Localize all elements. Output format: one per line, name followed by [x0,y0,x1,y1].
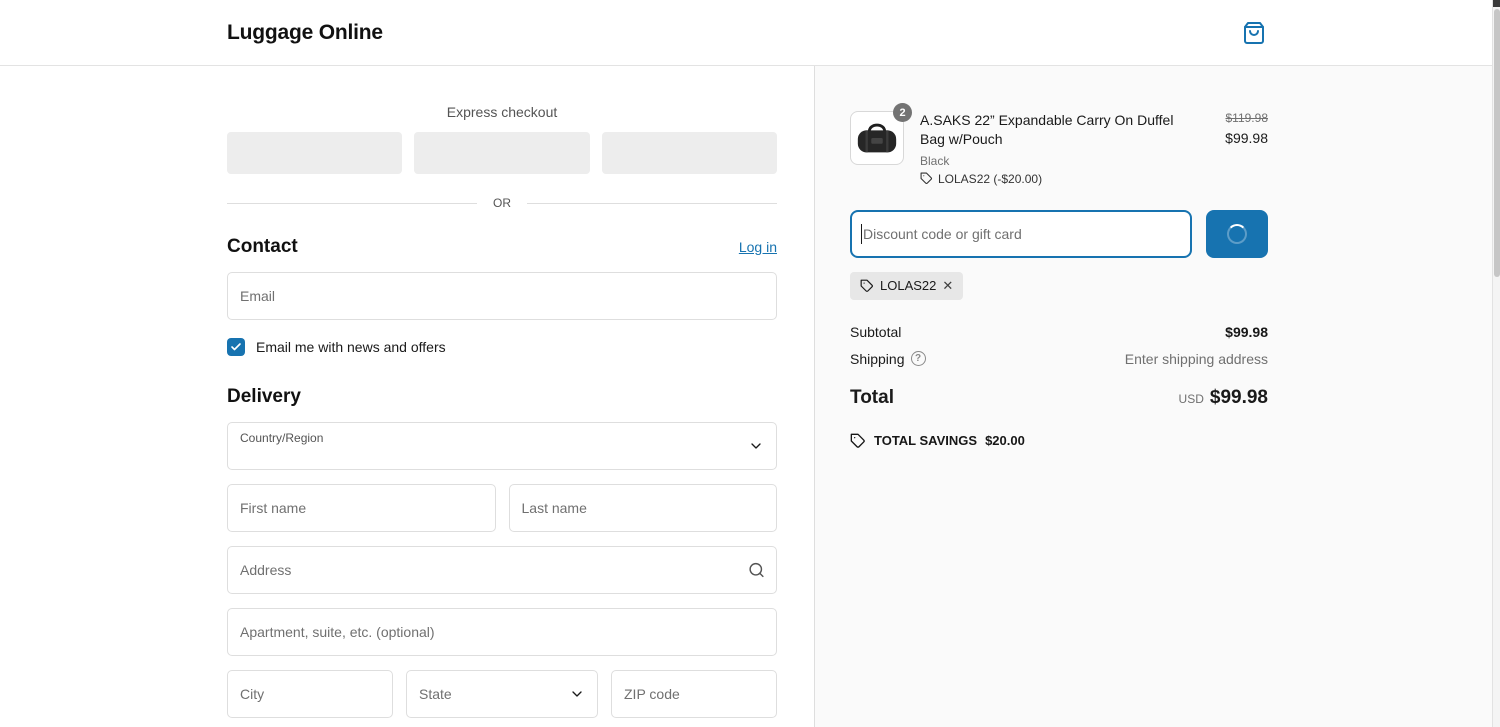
product-variant: Black [920,153,950,168]
state-label: State [419,686,452,702]
checkout-page: Luggage Online Express checkout OR Conta… [0,0,1500,727]
apartment-input[interactable] [227,608,777,656]
delivery-heading: Delivery [227,386,301,407]
email-input[interactable] [227,272,777,320]
express-checkout-buttons [227,132,777,174]
shipping-row: Shipping ? Enter shipping address [850,351,1268,367]
currency-code: USD [1178,391,1204,406]
total-label: Total [850,386,894,408]
newsletter-opt-in[interactable]: Email me with news and offers [227,338,777,356]
or-label: OR [493,196,511,210]
subtotal-row: Subtotal $99.98 [850,324,1268,340]
contact-heading: Contact [227,236,298,257]
shipping-value: Enter shipping address [1124,350,1268,367]
checkout-header: Luggage Online [0,0,1500,66]
last-name-input[interactable] [508,484,777,532]
quantity-badge: 2 [893,103,912,122]
express-checkout-title: Express checkout [446,104,558,120]
zip-input[interactable] [611,670,777,718]
help-circle-icon[interactable]: ? [910,351,926,367]
order-summary-panel: 2 A.SAKS 22” Expandable Carry On Duffel … [814,66,1500,727]
cart-line-item: 2 A.SAKS 22” Expandable Carry On Duffel … [850,103,1269,186]
total-savings-row: TOTAL SAVINGS $20.00 [850,433,1268,449]
subtotal-value: $99.98 [1225,323,1268,340]
savings-label: TOTAL SAVINGS [874,433,978,449]
remove-discount-button[interactable]: ✕ [942,278,953,294]
tag-icon [860,279,874,293]
chevron-down-icon [748,438,764,454]
total-row: Total USD $99.98 [850,387,1268,409]
checkmark-icon [230,341,242,353]
cart-bag-icon [1242,21,1266,45]
country-label: Country/Region [240,431,324,445]
total-value: $99.98 [1209,386,1268,408]
login-link[interactable]: Log in [739,239,777,255]
express-pay-button-2[interactable] [414,132,590,174]
subtotal-label: Subtotal [850,323,902,340]
city-input[interactable] [227,670,393,718]
tag-icon [920,172,933,185]
applied-discount-chip: LOLAS22 ✕ [850,271,964,300]
product-thumbnail: 2 [850,103,912,165]
current-price: $99.98 [1225,130,1268,146]
page-scrollbar[interactable] [1492,0,1500,727]
chevron-down-icon [569,686,585,702]
checkout-form-panel: Express checkout OR Contact Log in Email… [0,66,814,727]
savings-value: $20.00 [985,433,1025,449]
line-item-discount-label: LOLAS22 (-$20.00) [938,171,1043,186]
line-item-discount: LOLAS22 (-$20.00) [920,172,1209,186]
duffel-bag-image [854,115,900,161]
tag-icon [850,433,866,449]
cart-button[interactable] [1242,21,1266,45]
scrollbar-thumb[interactable] [1494,9,1500,277]
country-select[interactable]: Country/Region [227,422,777,470]
store-name[interactable]: Luggage Online [227,21,383,45]
product-title: A.SAKS 22” Expandable Carry On Duffel Ba… [920,112,1174,147]
shipping-label: Shipping [850,350,905,367]
first-name-input[interactable] [227,484,496,532]
apply-discount-button[interactable] [1206,209,1268,258]
search-icon [748,562,765,579]
applied-discount-code: LOLAS22 [880,278,937,294]
state-select[interactable]: State [406,670,598,718]
or-divider: OR [227,196,777,210]
text-caret [861,223,862,244]
discount-code-input[interactable] [850,209,1192,258]
original-price: $119.98 [1225,111,1269,125]
express-pay-button-1[interactable] [227,132,403,174]
scrollbar-top-mark [1493,0,1500,7]
loading-spinner-icon [1227,223,1247,244]
newsletter-checkbox[interactable] [227,338,245,356]
address-input[interactable] [227,546,777,594]
newsletter-label: Email me with news and offers [256,339,446,355]
express-pay-button-3[interactable] [601,132,777,174]
